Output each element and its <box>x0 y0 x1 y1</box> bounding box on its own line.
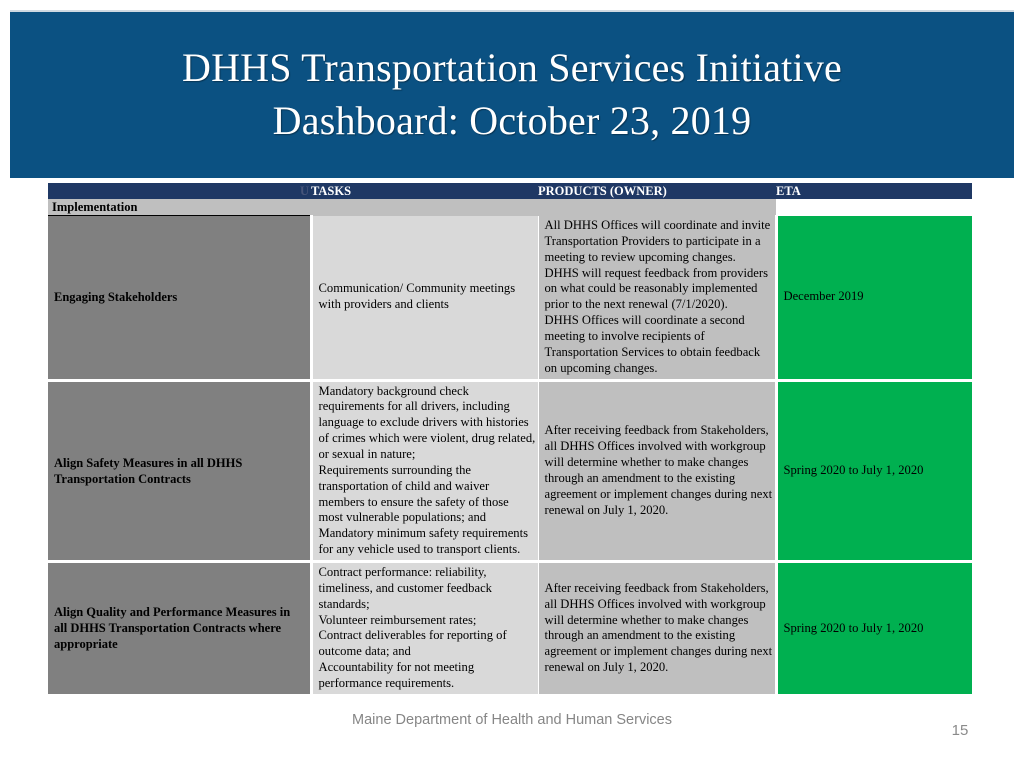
row-eta: Spring 2020 to July 1, 2020 <box>776 561 972 697</box>
column-header-category: U <box>48 183 311 199</box>
table-row: Align Safety Measures in all DHHS Transp… <box>48 380 972 564</box>
table-header: U TASKS PRODUCTS (OWNER) ETA <box>48 183 972 199</box>
column-header-products: PRODUCTS (OWNER) <box>538 183 776 199</box>
section-fill-tasks <box>311 199 538 216</box>
slide-title-banner: DHHS Transportation Services Initiative … <box>10 10 1014 178</box>
table-section-row: Implementation <box>48 199 972 216</box>
table-row: Align Quality and Performance Measures i… <box>48 561 972 697</box>
row-products: After receiving feedback from Stakeholde… <box>538 561 778 697</box>
dashboard-table: U TASKS PRODUCTS (OWNER) ETA Implementat… <box>48 183 972 697</box>
row-category: Engaging Stakeholders <box>48 215 313 382</box>
row-tasks: Communication/ Community meetings with p… <box>311 215 539 382</box>
table-row: Engaging Stakeholders Communication/ Com… <box>48 215 972 382</box>
table-body: Implementation Engaging Stakeholders Com… <box>48 199 972 697</box>
row-tasks: Mandatory background check requirements … <box>311 380 539 564</box>
row-eta: December 2019 <box>776 215 972 382</box>
section-blank-eta <box>776 199 972 216</box>
page-title: DHHS Transportation Services Initiative … <box>182 45 842 143</box>
page-number: 15 <box>951 722 969 739</box>
slide-footer: Maine Department of Health and Human Ser… <box>352 712 672 728</box>
column-header-eta: ETA <box>776 183 972 199</box>
row-category: Align Safety Measures in all DHHS Transp… <box>48 380 313 564</box>
row-products: After receiving feedback from Stakeholde… <box>538 380 778 564</box>
row-category: Align Quality and Performance Measures i… <box>48 561 313 697</box>
row-eta: Spring 2020 to July 1, 2020 <box>776 380 972 564</box>
row-tasks: Contract performance: reliability, timel… <box>311 561 539 697</box>
section-label-implementation: Implementation <box>48 199 311 216</box>
row-products: All DHHS Offices will coordinate and inv… <box>538 215 778 382</box>
column-header-tasks: TASKS <box>311 183 538 199</box>
section-fill-products <box>538 199 776 216</box>
table-header-row: U TASKS PRODUCTS (OWNER) ETA <box>48 183 972 199</box>
column-header-ghost-text: U <box>299 184 309 198</box>
